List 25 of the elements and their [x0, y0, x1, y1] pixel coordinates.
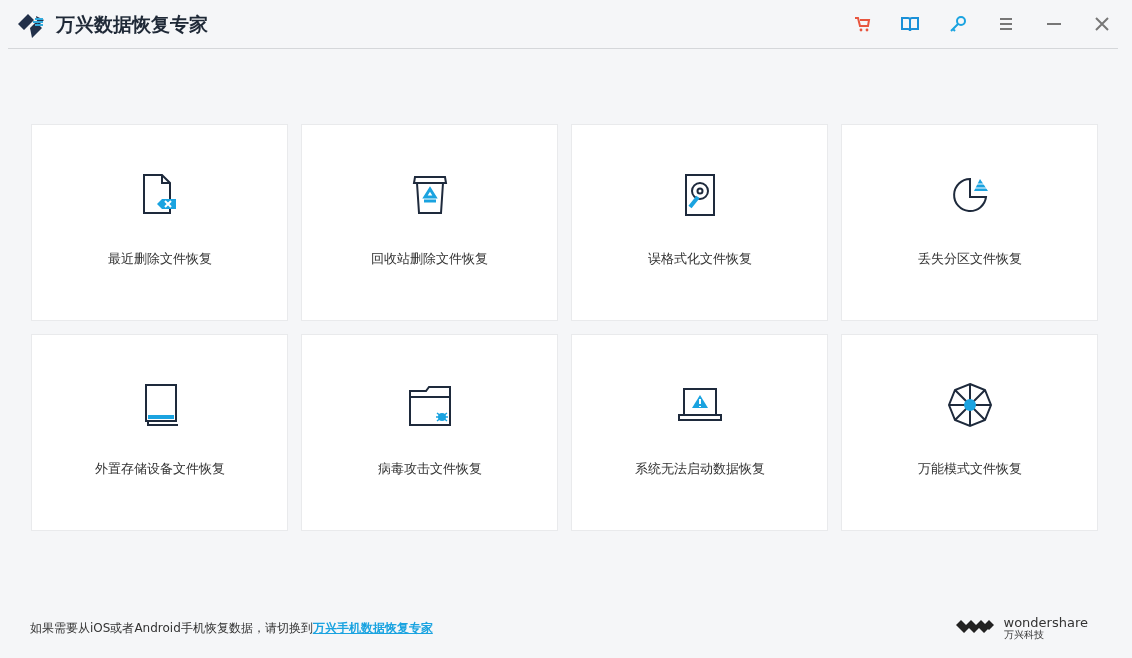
- option-label: 丢失分区文件恢复: [917, 250, 1022, 268]
- recovery-option-card[interactable]: 回收站删除文件恢复: [301, 124, 558, 321]
- wheel-icon: [945, 381, 994, 429]
- recovery-option-card[interactable]: 病毒攻击文件恢复: [301, 334, 558, 531]
- option-label: 外置存储设备文件恢复: [94, 460, 225, 478]
- book-icon: [900, 14, 920, 34]
- brand-subtitle: 万兴科技: [1003, 629, 1045, 640]
- option-label: 回收站删除文件恢复: [371, 250, 488, 268]
- recovery-option-card[interactable]: 丢失分区文件恢复: [841, 124, 1098, 321]
- option-label: 系统无法启动数据恢复: [634, 460, 765, 478]
- recovery-option-card[interactable]: 万能模式文件恢复: [841, 334, 1098, 531]
- option-label: 万能模式文件恢复: [917, 460, 1022, 478]
- window-title: 万兴数据恢复专家: [56, 11, 208, 37]
- minimize-icon: [1047, 23, 1061, 25]
- option-label: 误格式化文件恢复: [647, 250, 752, 268]
- option-label: 病毒攻击文件恢复: [377, 460, 482, 478]
- cart-icon: [852, 14, 872, 34]
- hint-text: 如果需要从iOS或者Android手机恢复数据，请切换到万兴手机数据恢复专家: [30, 620, 433, 637]
- recovery-option-card[interactable]: 系统无法启动数据恢复: [571, 334, 828, 531]
- key-icon: [948, 14, 968, 34]
- option-label: 最近删除文件恢复: [107, 250, 212, 268]
- recovery-option-card[interactable]: 外置存储设备文件恢复: [31, 334, 288, 531]
- brand-name: wondershare: [1003, 616, 1088, 629]
- recovery-option-card[interactable]: 误格式化文件恢复: [571, 124, 828, 321]
- recovery-option-card[interactable]: 最近删除文件恢复: [31, 124, 288, 321]
